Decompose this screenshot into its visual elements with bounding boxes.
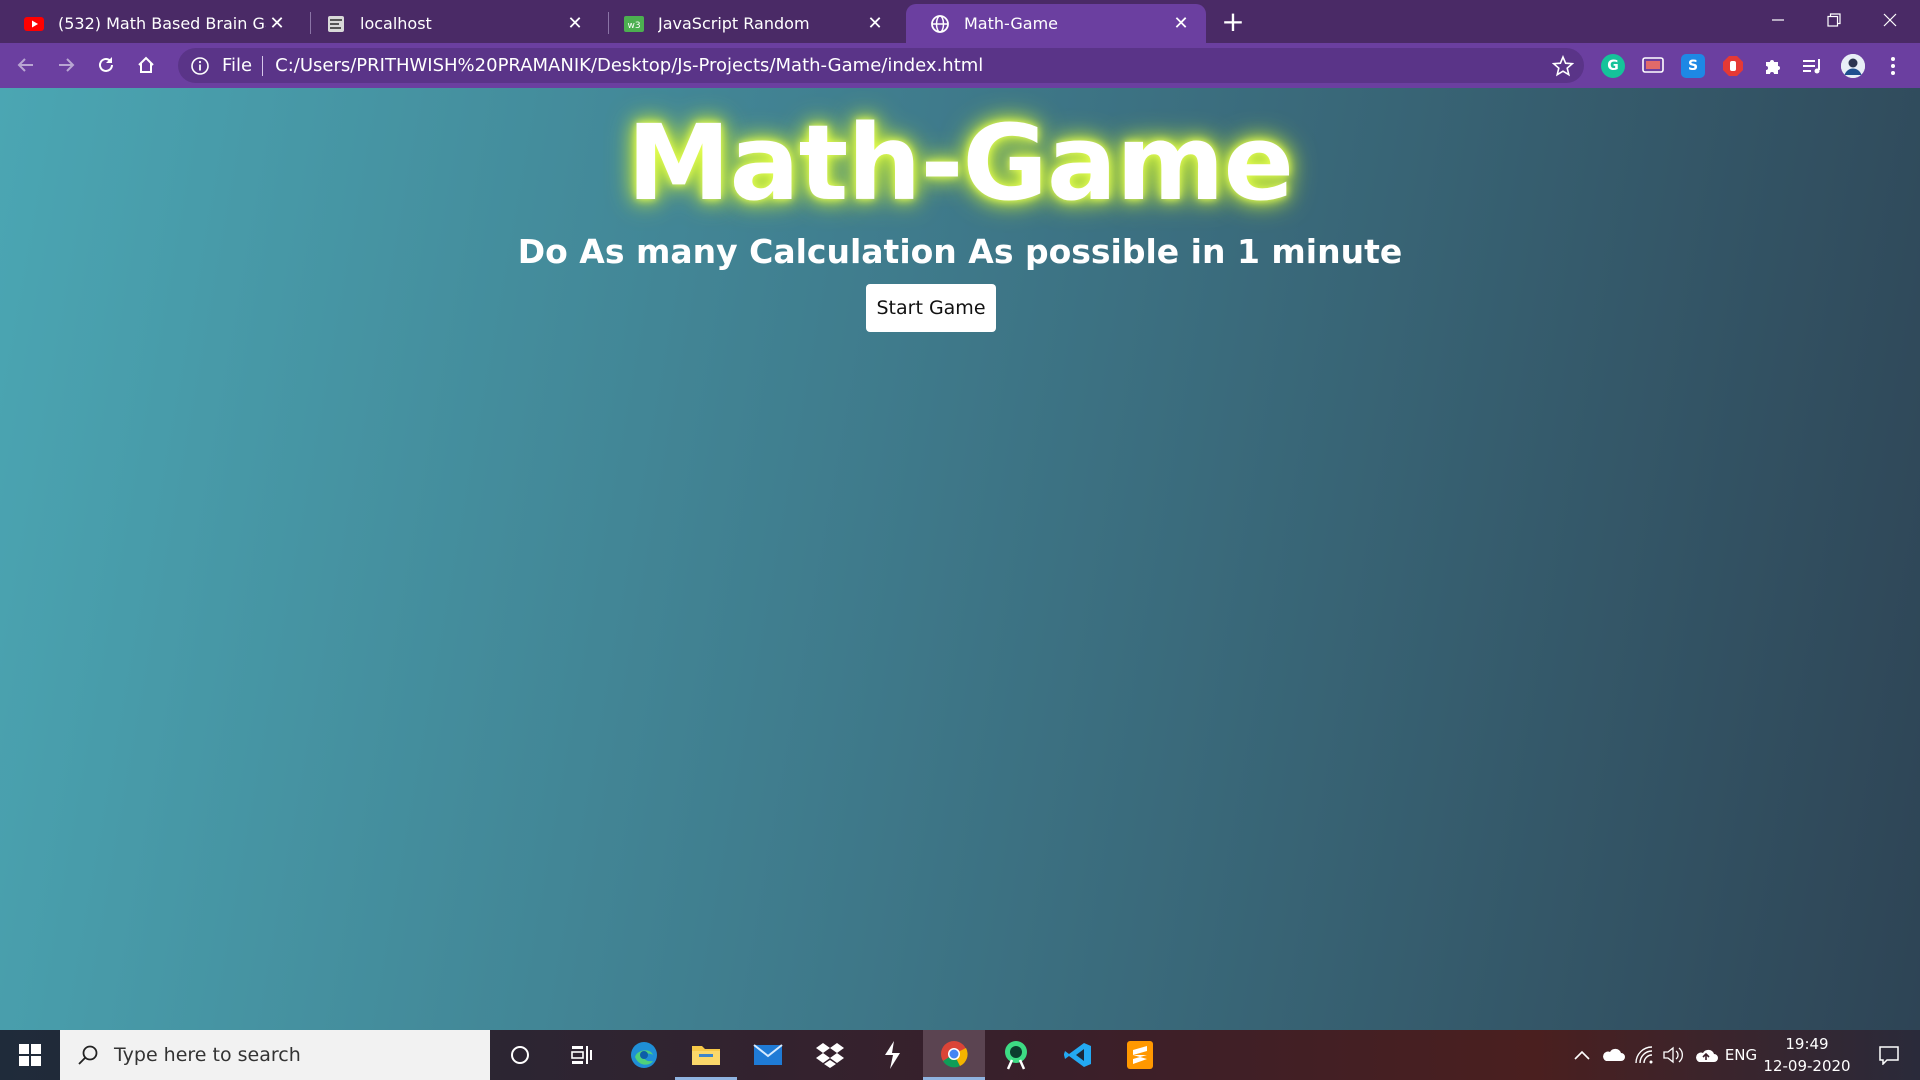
skype-icon[interactable]: S [1681,54,1705,78]
close-icon[interactable]: ✕ [864,13,886,35]
page-content: Math-Game Do As many Calculation As poss… [0,88,1920,1030]
notification-center-icon[interactable] [1864,1030,1914,1080]
profile-avatar[interactable] [1841,54,1865,78]
page-icon [326,14,346,34]
file-explorer-icon[interactable] [675,1030,737,1080]
close-icon[interactable]: ✕ [266,13,288,35]
close-icon[interactable]: ✕ [1170,13,1192,35]
mail-icon[interactable] [737,1030,799,1080]
taskbar-search[interactable]: Type here to search [60,1030,490,1080]
menu-icon[interactable] [1881,54,1905,78]
tab-title: JavaScript Random [658,14,810,33]
close-icon[interactable]: ✕ [564,13,586,35]
chrome-icon[interactable] [923,1030,985,1080]
puzzle-icon[interactable] [1761,54,1785,78]
start-game-button[interactable]: Start Game [866,284,996,332]
task-view-icon[interactable] [551,1030,613,1080]
windows-start-icon[interactable] [0,1030,60,1080]
taskbar: Type here to search ENG 19:49 12-09-2020 [0,1030,1920,1080]
tab-title: localhost [360,14,432,33]
back-button[interactable] [10,49,42,81]
svg-text:w3: w3 [627,21,640,31]
show-hidden-icons[interactable] [1570,1030,1594,1080]
browser-toolbar: File C:/Users/PRITHWISH%20PRAMANIK/Deskt… [0,43,1920,88]
tab-youtube[interactable]: (532) Math Based Brain Game usi ✕ [0,4,302,43]
dropbox-icon[interactable] [799,1030,861,1080]
tab-title: (532) Math Based Brain Game usi [58,14,266,33]
tab-title: Math-Game [964,14,1059,33]
wifi-icon[interactable] [1632,1030,1658,1080]
tab-math-game[interactable]: Math-Game ✕ [906,4,1206,43]
w3schools-icon: w3 [624,14,644,34]
grammarly-icon[interactable]: G [1601,54,1625,78]
game-subtitle: Do As many Calculation As possible in 1 … [517,232,1403,271]
android-studio-icon[interactable] [985,1030,1047,1080]
onedrive-icon[interactable] [1598,1030,1628,1080]
reload-button[interactable] [90,49,122,81]
divider [262,55,264,76]
clock-date: 12-09-2020 [1763,1057,1851,1075]
vscode-icon[interactable] [1047,1030,1109,1080]
volume-icon[interactable] [1660,1030,1688,1080]
info-icon[interactable] [190,56,210,76]
minimize-button[interactable] [1750,0,1806,40]
home-button[interactable] [130,49,162,81]
search-icon [76,1043,100,1067]
url-text[interactable]: C:/Users/PRITHWISH%20PRAMANIK/Desktop/Js… [275,55,1552,76]
clock-time: 19:49 [1785,1035,1829,1053]
globe-icon [930,14,950,34]
tab-strip: (532) Math Based Brain Game usi ✕ localh… [0,0,1920,43]
stop-icon[interactable] [1721,54,1745,78]
address-bar[interactable]: File C:/Users/PRITHWISH%20PRAMANIK/Deskt… [178,48,1584,83]
forward-button[interactable] [50,49,82,81]
search-placeholder: Type here to search [114,1044,301,1066]
new-tab-button[interactable]: + [1220,5,1246,38]
restore-button[interactable] [1806,0,1862,40]
playlist-icon[interactable] [1801,54,1825,78]
tab-localhost[interactable]: localhost ✕ [302,4,600,43]
game-title: Math-Game [626,102,1294,224]
cast-icon[interactable] [1641,54,1665,78]
cortana-icon[interactable] [489,1030,551,1080]
scheme-label: File [222,55,253,76]
bookmark-star-icon[interactable] [1551,54,1575,77]
cloud-sync-icon[interactable] [1690,1030,1722,1080]
tab-javascript-random[interactable]: w3 JavaScript Random ✕ [600,4,900,43]
edge-icon[interactable] [613,1030,675,1080]
sublime-text-icon[interactable] [1109,1030,1171,1080]
close-window-button[interactable] [1862,0,1918,40]
language-indicator[interactable]: ENG [1722,1030,1760,1080]
app-icon[interactable] [861,1030,923,1080]
clock[interactable]: 19:49 12-09-2020 [1760,1030,1854,1080]
youtube-icon [24,14,44,34]
